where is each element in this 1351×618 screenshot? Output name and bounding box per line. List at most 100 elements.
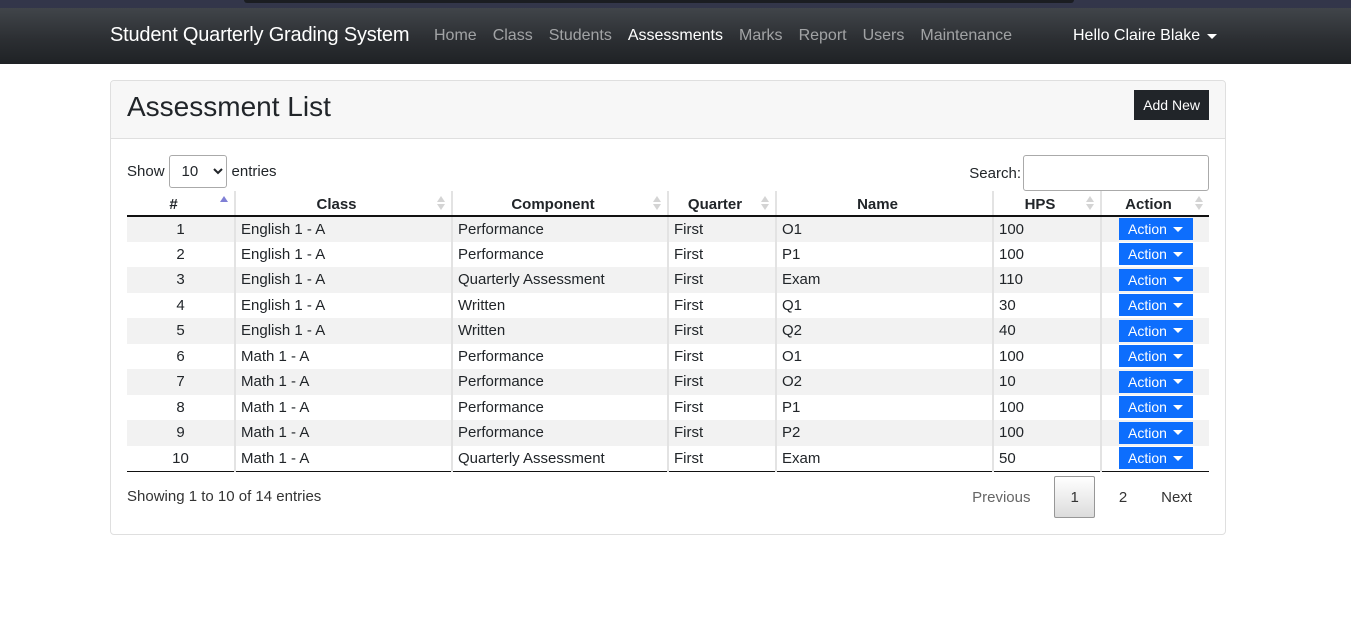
action-dropdown-button[interactable]: Action [1118, 370, 1193, 393]
page-button-1[interactable]: 1 [1054, 476, 1095, 518]
action-dropdown-button[interactable]: Action [1118, 218, 1193, 241]
cell-class: English 1 - A [235, 241, 453, 267]
cell-quarter: First [668, 241, 777, 267]
cell-hps: 110 [993, 267, 1102, 293]
cell-name: O1 [776, 343, 994, 369]
navbar: Student Quarterly Grading System Home Cl… [0, 8, 1351, 64]
column-label: # [169, 196, 178, 213]
entries-label: entries [231, 163, 277, 180]
sort-icon [653, 196, 661, 212]
column-header-number[interactable]: # [127, 191, 236, 217]
nav-link-maintenance[interactable]: Maintenance [920, 27, 1012, 45]
action-dropdown-button[interactable]: Action [1118, 268, 1193, 291]
cell-quarter: First [668, 369, 777, 395]
cell-action: Action [1101, 395, 1209, 421]
cell-quarter: First [668, 318, 777, 344]
caret-down-icon [1172, 404, 1183, 410]
action-dropdown-button[interactable]: Action [1118, 396, 1193, 419]
search-label: Search: [969, 164, 1021, 182]
action-dropdown-button[interactable]: Action [1118, 294, 1193, 317]
user-menu-dropdown[interactable]: Hello Claire Blake [1073, 27, 1218, 45]
previous-page-button[interactable]: Previous [955, 476, 1047, 518]
cell-class: English 1 - A [235, 216, 453, 242]
nav-link-marks[interactable]: Marks [739, 27, 783, 45]
add-new-button[interactable]: Add New [1134, 90, 1209, 120]
cell-name: Q1 [776, 292, 994, 318]
cell-name: Exam [776, 445, 994, 472]
action-dropdown-button[interactable]: Action [1118, 319, 1193, 342]
cell-name: P1 [776, 394, 994, 420]
cell-action: Action [1101, 369, 1209, 395]
caret-down-icon [1172, 251, 1183, 257]
cell-hps: 100 [993, 394, 1102, 420]
nav-link-home[interactable]: Home [434, 27, 477, 45]
cell-class: Math 1 - A [235, 420, 453, 446]
cell-component: Written [452, 292, 669, 318]
cell-name: O1 [776, 216, 994, 242]
cell-class: English 1 - A [235, 318, 453, 344]
action-label: Action [1128, 399, 1167, 416]
cell-number: 9 [127, 420, 236, 446]
column-header-action[interactable]: Action [1101, 191, 1209, 217]
table-row: 9 Math 1 - A Performance First P2 100 Action [127, 420, 1209, 446]
cell-quarter: First [668, 216, 777, 242]
nav-link-students[interactable]: Students [549, 27, 612, 45]
page-length-select[interactable]: 10 [168, 155, 227, 188]
cell-component: Performance [452, 369, 669, 395]
action-label: Action [1128, 297, 1167, 314]
cell-component: Performance [452, 216, 669, 242]
browser-top-strip [0, 0, 1351, 8]
action-label: Action [1128, 373, 1167, 390]
column-header-name: Name [776, 191, 994, 217]
sort-icon [437, 196, 445, 212]
table-header-row: # Class Component Quarter Name HPS Actio… [127, 191, 1209, 217]
action-dropdown-button[interactable]: Action [1118, 243, 1193, 266]
action-dropdown-button[interactable]: Action [1118, 345, 1193, 368]
sort-asc-icon [220, 196, 228, 212]
cell-action: Action [1101, 267, 1209, 293]
cell-hps: 30 [993, 292, 1102, 318]
page-button-2[interactable]: 2 [1102, 476, 1144, 518]
column-header-component[interactable]: Component [452, 191, 669, 217]
table-row: 10 Math 1 - A Quarterly Assessment First Exa… [127, 445, 1209, 472]
cell-quarter: First [668, 292, 777, 318]
action-dropdown-button[interactable]: Action [1118, 447, 1193, 469]
table-row: 8 Math 1 - A Performance First P1 100 Action [127, 394, 1209, 421]
nav-link-assessments[interactable]: Assessments [628, 27, 723, 45]
sort-icon [1086, 196, 1094, 212]
cell-class: Math 1 - A [235, 343, 453, 369]
nav-link-class[interactable]: Class [493, 27, 533, 45]
cell-quarter: First [668, 445, 777, 472]
page-title: Assessment List [127, 91, 331, 122]
caret-down-icon [1172, 430, 1183, 436]
cell-hps: 50 [993, 445, 1102, 472]
table-row: 2 English 1 - A Performance First P1 100 Actio… [127, 241, 1209, 267]
cell-component: Quarterly Assessment [452, 445, 669, 472]
table-row: 6 Math 1 - A Performance First O1 100 Action [127, 343, 1209, 370]
nav-link-report[interactable]: Report [799, 27, 847, 45]
table-row: 3 English 1 - A Quarterly Assessment First E… [127, 267, 1209, 293]
column-header-hps[interactable]: HPS [993, 191, 1102, 217]
table-row: 7 Math 1 - A Performance First O2 10 Action [127, 369, 1209, 395]
next-page-button[interactable]: Next [1144, 476, 1209, 518]
table-row: 4 English 1 - A Written First Q1 30 Action [127, 292, 1209, 318]
cell-quarter: First [668, 394, 777, 420]
action-label: Action [1128, 221, 1167, 238]
nav-link-users[interactable]: Users [863, 27, 905, 45]
cell-action: Action [1101, 216, 1209, 242]
show-label: Show [127, 163, 165, 180]
cell-action: Action [1101, 318, 1209, 344]
column-header-class[interactable]: Class [235, 191, 453, 217]
search-input[interactable] [1023, 155, 1209, 191]
action-dropdown-button[interactable]: Action [1118, 421, 1193, 444]
column-header-quarter[interactable]: Quarter [668, 191, 777, 217]
column-label: Name [857, 196, 898, 213]
caret-down-icon [1172, 226, 1183, 232]
brand-title[interactable]: Student Quarterly Grading System [110, 24, 409, 47]
cell-hps: 100 [993, 420, 1102, 446]
caret-down-icon [1172, 379, 1183, 385]
cell-action: Action [1101, 420, 1209, 446]
cell-name: O2 [776, 369, 994, 395]
cell-action: Action [1101, 344, 1209, 370]
cell-component: Performance [452, 420, 669, 446]
